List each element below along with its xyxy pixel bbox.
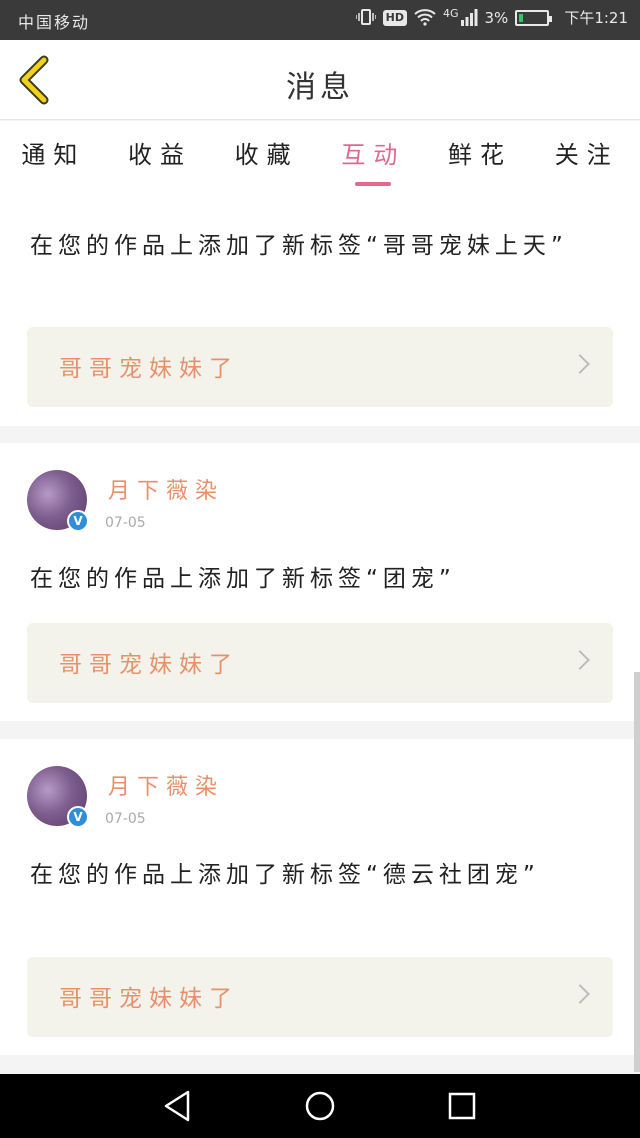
message-date: 07-05 — [105, 515, 146, 531]
top-header: 消息 — [0, 40, 640, 120]
navigation-bar — [0, 1074, 640, 1138]
user-name[interactable]: 月下薇染 — [108, 473, 224, 505]
message-card: V 月下薇染 07-05 在您的作品上添加了新标签“团宠” 哥哥宠妹妹了 — [0, 443, 640, 721]
tab-label: 鲜花 — [448, 141, 513, 169]
circle-home-icon — [305, 1091, 335, 1121]
verified-badge-icon: V — [67, 510, 89, 532]
carrier-name: 中国移动 — [18, 13, 91, 32]
hd-icon: HD — [382, 10, 407, 26]
tab-earnings[interactable]: 收益 — [107, 121, 214, 191]
tab-label: 收益 — [128, 141, 192, 169]
message-text: 在您的作品上添加了新标签“团宠” — [30, 566, 456, 592]
network-type: 4G — [442, 7, 459, 20]
wifi-icon — [414, 8, 436, 28]
status-bar: 中国移动 HD 4G 3% 下午1:21 — [0, 0, 640, 40]
tab-favorites[interactable]: 收藏 — [213, 121, 320, 191]
message-text: 在您的作品上添加了新标签“哥哥宠妹上天” — [30, 233, 568, 259]
tab-label: 关注 — [554, 141, 619, 169]
triangle-back-icon — [164, 1090, 190, 1122]
chevron-right-icon — [570, 650, 590, 670]
clock: 下午1:21 — [564, 9, 628, 27]
work-link[interactable]: 哥哥宠妹妹了 — [27, 623, 613, 703]
signal-icon — [460, 8, 478, 28]
status-icons: HD 4G 3% 下午1:21 — [354, 7, 628, 28]
work-title: 哥哥宠妹妹了 — [59, 356, 239, 382]
verified-badge-icon: V — [67, 806, 89, 828]
tab-notifications[interactable]: 通知 — [0, 121, 107, 191]
avatar[interactable]: V — [27, 470, 89, 532]
active-tab-indicator — [355, 182, 392, 186]
message-date: 07-05 — [105, 811, 146, 827]
nav-back-button[interactable] — [158, 1086, 198, 1126]
tab-label: 互动 — [341, 141, 406, 169]
chevron-right-icon — [570, 984, 590, 1004]
tab-interactions[interactable]: 互动 — [320, 121, 427, 191]
avatar[interactable]: V — [27, 766, 89, 828]
chevron-right-icon — [570, 354, 590, 374]
tab-label: 收藏 — [234, 141, 299, 169]
page-title: 消息 — [286, 70, 354, 105]
tab-bar: 通知 收益 收藏 互动 鲜花 关注 — [0, 121, 640, 191]
work-title: 哥哥宠妹妹了 — [59, 652, 239, 678]
nav-home-button[interactable] — [300, 1086, 340, 1126]
work-link[interactable]: 哥哥宠妹妹了 — [27, 327, 613, 407]
tab-following[interactable]: 关注 — [533, 121, 640, 191]
vibrate-icon — [354, 8, 377, 28]
message-card: V 月下薇染 07-05 在您的作品上添加了新标签“德云社团宠” 哥哥宠妹妹了 — [0, 739, 640, 1055]
square-recents-icon — [448, 1092, 476, 1120]
work-link[interactable]: 哥哥宠妹妹了 — [27, 957, 613, 1037]
battery-percent: 3% — [484, 9, 509, 27]
nav-recents-button[interactable] — [442, 1086, 482, 1126]
tab-label: 通知 — [21, 141, 86, 169]
scrollbar[interactable] — [634, 672, 640, 1072]
tab-flowers[interactable]: 鲜花 — [427, 121, 534, 191]
work-title: 哥哥宠妹妹了 — [59, 986, 239, 1012]
user-name[interactable]: 月下薇染 — [108, 769, 224, 801]
message-text: 在您的作品上添加了新标签“德云社团宠” — [30, 862, 540, 888]
message-card: 在您的作品上添加了新标签“哥哥宠妹上天” 哥哥宠妹妹了 — [0, 191, 640, 426]
battery-icon — [515, 10, 553, 26]
